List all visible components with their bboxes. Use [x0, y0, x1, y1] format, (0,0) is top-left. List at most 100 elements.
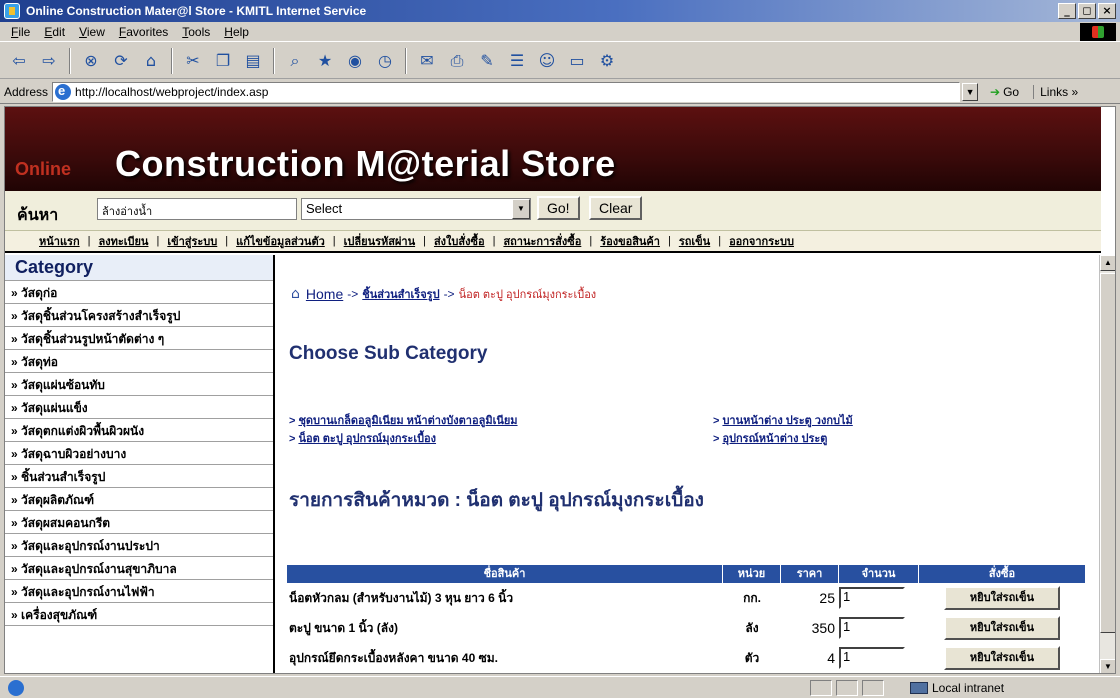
- sidebar-item[interactable]: » วัสดุตกแต่งผิวพื้นผิวผนัง: [5, 419, 273, 442]
- nav-login[interactable]: เข้าสู่ระบบ: [167, 232, 217, 250]
- status-cell: [836, 680, 858, 696]
- paste-icon[interactable]: ▤: [240, 48, 266, 74]
- intranet-icon: [910, 682, 928, 694]
- sidebar-item[interactable]: » วัสดุท่อ: [5, 350, 273, 373]
- minimize-button[interactable]: _: [1058, 3, 1076, 19]
- quantity-input[interactable]: 1: [839, 587, 905, 609]
- tool-icon[interactable]: ⚙: [594, 48, 620, 74]
- cut-icon[interactable]: ✂: [180, 48, 206, 74]
- print-icon[interactable]: ⎙: [444, 48, 470, 74]
- menu-favorites[interactable]: Favorites: [112, 25, 175, 39]
- scroll-thumb[interactable]: [1100, 273, 1115, 633]
- messenger-icon[interactable]: ☺: [534, 48, 560, 74]
- scroll-up-icon[interactable]: ▲: [1100, 255, 1115, 271]
- window-controls: _ ◻ ×: [1058, 3, 1116, 19]
- product-price: 4: [827, 650, 835, 666]
- sidebar-item[interactable]: » วัสดุชิ้นส่วนรูปหน้าตัดต่าง ๆ: [5, 327, 273, 350]
- table-header: ชื่อสินค้า หน่วย ราคา จำนวน สั่งซื้อ: [287, 565, 1085, 583]
- nav-edit-profile[interactable]: แก้ไขข้อมูลส่วนตัว: [236, 232, 325, 250]
- col-order-header: สั่งซื้อ: [988, 568, 1016, 580]
- toolbar-separator: [273, 47, 275, 74]
- nav-logout[interactable]: ออกจากระบบ: [729, 232, 794, 250]
- table-row: น็อตหัวกลม (สำหรับงานไม้) 3 หุน ยาว 6 นิ…: [287, 583, 1085, 613]
- menu-help[interactable]: Help: [217, 25, 256, 39]
- folder-icon[interactable]: ▭: [564, 48, 590, 74]
- sidebar-item[interactable]: » วัสดุแผ่นซ้อนทับ: [5, 373, 273, 396]
- nav-order-status[interactable]: สถานะการสั่งซื้อ: [503, 232, 581, 250]
- nav-submit-order[interactable]: ส่งใบสั่งซื้อ: [434, 232, 485, 250]
- address-dropdown-icon[interactable]: ▼: [962, 82, 979, 101]
- page-viewport: Online Construction M@terial Store ค้นหา…: [4, 106, 1116, 674]
- product-name: น็อตหัวกลม (สำหรับงานไม้) 3 หุน ยาว 6 นิ…: [289, 590, 514, 605]
- go-search-button[interactable]: Go!: [537, 196, 580, 220]
- media-icon[interactable]: ◉: [342, 48, 368, 74]
- edit-icon[interactable]: ✎: [474, 48, 500, 74]
- back-icon[interactable]: ⇦: [6, 48, 32, 74]
- add-to-cart-button[interactable]: หยิบใส่รถเข็น: [944, 616, 1060, 640]
- menu-file[interactable]: File: [4, 25, 37, 39]
- search-icon[interactable]: ⌕: [282, 48, 308, 74]
- discuss-icon[interactable]: ☰: [504, 48, 530, 74]
- favorites-icon[interactable]: ★: [312, 48, 338, 74]
- sidebar-item[interactable]: » วัสดุและอุปกรณ์งานประปา: [5, 534, 273, 557]
- sidebar-item[interactable]: » วัสดุแผ่นแข็ง: [5, 396, 273, 419]
- home-icon: ⌂: [291, 286, 300, 302]
- close-button[interactable]: ×: [1098, 3, 1116, 19]
- subcategory-link[interactable]: > บานหน้าต่าง ประตู วงกบไม้: [713, 411, 853, 429]
- menu-tools[interactable]: Tools: [175, 25, 217, 39]
- add-to-cart-button[interactable]: หยิบใส่รถเข็น: [944, 586, 1060, 610]
- product-name: อุปกรณ์ยึดกระเบื้องหลังคา ขนาด 40 ซม.: [289, 650, 498, 665]
- scroll-down-icon[interactable]: ▼: [1100, 659, 1115, 673]
- product-list-title: รายการสินค้าหมวด : น็อต ตะปู อุปกรณ์มุงก…: [289, 490, 704, 511]
- sidebar-item[interactable]: » วัสดุผลิตภัณฑ์: [5, 488, 273, 511]
- sidebar-item[interactable]: » เครื่องสุขภัณฑ์: [5, 603, 273, 626]
- sidebar-item[interactable]: » ชิ้นส่วนสำเร็จรูป: [5, 465, 273, 488]
- nav-change-password[interactable]: เปลี่ยนรหัสผ่าน: [344, 232, 415, 250]
- stop-icon[interactable]: ⊗: [78, 48, 104, 74]
- sidebar-item[interactable]: » วัสดุก่อ: [5, 281, 273, 304]
- sidebar-item[interactable]: » วัสดุผสมคอนกรีต: [5, 511, 273, 534]
- forward-icon[interactable]: ⇨: [36, 48, 62, 74]
- subcategory-title: Choose Sub Category: [289, 343, 488, 364]
- clear-button[interactable]: Clear: [589, 196, 643, 220]
- product-price: 350: [811, 620, 835, 636]
- menu-edit[interactable]: Edit: [37, 25, 72, 39]
- address-bar: Address http://localhost/webproject/inde…: [0, 80, 1120, 104]
- sidebar-item[interactable]: » วัสดุชิ้นส่วนโครงสร้างสำเร็จรูป: [5, 304, 273, 327]
- sidebar-item[interactable]: » วัสดุและอุปกรณ์งานสุขาภิบาล: [5, 557, 273, 580]
- menu-view[interactable]: View: [72, 25, 112, 39]
- mail-icon[interactable]: ✉: [414, 48, 440, 74]
- search-input[interactable]: ล้างอ่างน้ำ: [97, 198, 297, 220]
- subcategory-link[interactable]: > ชุดบานเกล็ดอลูมิเนียม หน้าต่างบังตาอลูม…: [289, 411, 518, 429]
- copy-icon[interactable]: ❐: [210, 48, 236, 74]
- quantity-input[interactable]: 1: [839, 617, 905, 639]
- subcategory-link[interactable]: > น็อต ตะปู อุปกรณ์มุงกระเบื้อง: [289, 429, 436, 447]
- nav-home[interactable]: หน้าแรก: [39, 232, 80, 250]
- sidebar-item[interactable]: » วัสดุและอุปกรณ์งานไฟฟ้า: [5, 580, 273, 603]
- quantity-input[interactable]: 1: [839, 647, 905, 669]
- home-icon[interactable]: ⌂: [138, 48, 164, 74]
- nav-cart[interactable]: รถเข็น: [679, 232, 710, 250]
- go-button[interactable]: ➔ Go: [990, 85, 1019, 99]
- col-price-header: ราคา: [781, 565, 839, 583]
- sidebar-item[interactable]: » วัสดุฉาบผิวอย่างบาง: [5, 442, 273, 465]
- main-content: ⌂ Home -> ชิ้นส่วนสำเร็จรูป -> น็อต ตะปู…: [277, 255, 1099, 673]
- toolbar: ⇦ ⇨ ⊗ ⟳ ⌂ ✂ ❐ ▤ ⌕ ★ ◉ ◷ ✉ ⎙ ✎ ☰ ☺ ▭ ⚙: [0, 43, 1120, 79]
- breadcrumb-home[interactable]: Home: [306, 286, 343, 302]
- nav-register[interactable]: ลงทะเบียน: [98, 232, 148, 250]
- history-icon[interactable]: ◷: [372, 48, 398, 74]
- menu-bar: File Edit View Favorites Tools Help: [0, 22, 1120, 42]
- nav-request-product[interactable]: ร้องขอสินค้า: [600, 232, 660, 250]
- category-select[interactable]: Select ▼: [301, 198, 531, 220]
- vertical-scrollbar[interactable]: ▲ ▼: [1099, 255, 1115, 673]
- page-status-icon: [8, 679, 24, 696]
- maximize-button[interactable]: ◻: [1078, 3, 1096, 19]
- links-button[interactable]: Links »: [1033, 84, 1078, 99]
- breadcrumb-level2[interactable]: ชิ้นส่วนสำเร็จรูป: [362, 285, 439, 303]
- address-input[interactable]: http://localhost/webproject/index.asp: [52, 81, 961, 102]
- subcategory-link[interactable]: > อุปกรณ์หน้าต่าง ประตู: [713, 429, 827, 447]
- store-title: Construction M@terial Store: [115, 143, 616, 184]
- add-to-cart-button[interactable]: หยิบใส่รถเข็น: [944, 646, 1060, 670]
- refresh-icon[interactable]: ⟳: [108, 48, 134, 74]
- window-titlebar: Online Construction Mater@l Store - KMIT…: [0, 0, 1120, 22]
